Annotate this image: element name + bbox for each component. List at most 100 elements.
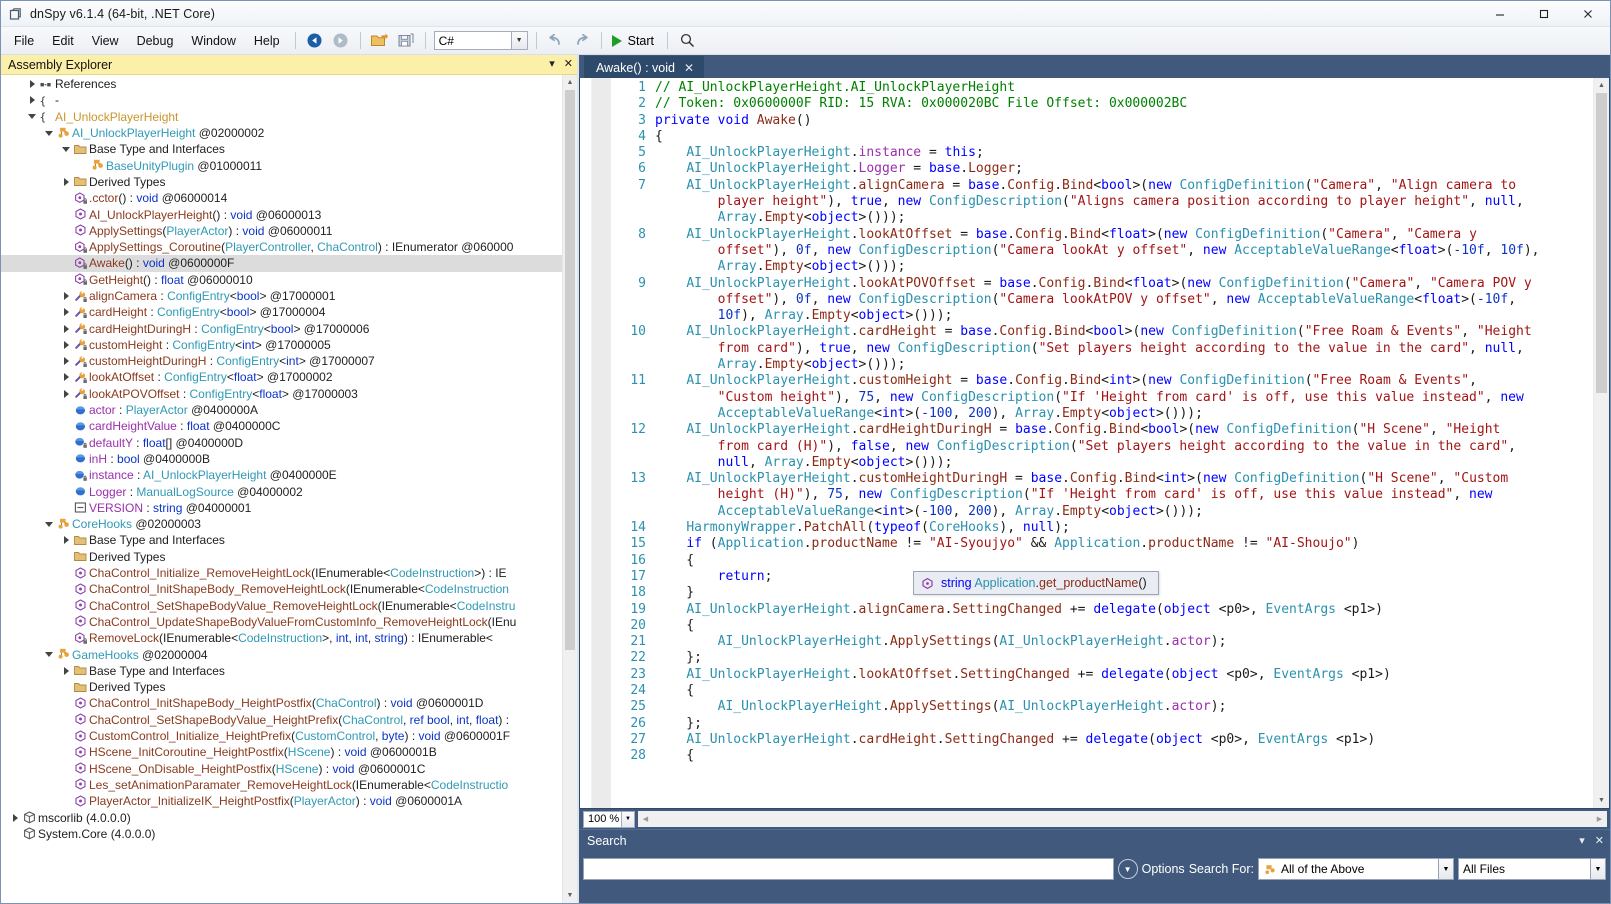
menu-help[interactable]: Help: [245, 30, 289, 52]
code-line-text[interactable]: // AI_UnlockPlayerHeight.AI_UnlockPlayer…: [655, 80, 1593, 96]
tree-node[interactable]: System.Core (4.0.0.0): [1, 826, 562, 842]
chevron-right-icon[interactable]: [60, 666, 72, 675]
code-line-text[interactable]: AI_UnlockPlayerHeight.instance = this;: [655, 145, 1593, 161]
tree-node[interactable]: mscorlib (4.0.0.0): [1, 809, 562, 825]
code-line-text[interactable]: AI_UnlockPlayerHeight.cardHeight = base.…: [655, 324, 1593, 340]
assembly-tree[interactable]: References{ }-{ }AI_UnlockPlayerHeightAI…: [1, 75, 562, 903]
code-line-text[interactable]: };: [655, 716, 1593, 732]
tree-node[interactable]: Awake() : void @0600000F: [1, 255, 562, 272]
minimize-button[interactable]: [1478, 1, 1522, 27]
tree-node[interactable]: VERSION : string @04000001: [1, 500, 562, 516]
code-line-text[interactable]: height (H)"), 75, new ConfigDescription(…: [655, 487, 1593, 503]
scroll-thumb[interactable]: [565, 90, 575, 650]
language-combo[interactable]: C# ▼: [433, 31, 528, 50]
code-line-text[interactable]: AI_UnlockPlayerHeight.customHeight = bas…: [655, 373, 1593, 389]
assembly-tree-scrollbar[interactable]: ▲ ▼: [562, 75, 577, 903]
chevron-right-icon[interactable]: [60, 292, 72, 300]
code-line-text[interactable]: null, Array.Empty<object>()));: [655, 455, 1593, 471]
chevron-right-icon[interactable]: [60, 357, 72, 366]
zoom-level-combo[interactable]: 100 % ▼: [583, 810, 635, 828]
chevron-right-icon[interactable]: [26, 80, 38, 89]
code-line-text[interactable]: private void Awake(): [655, 113, 1593, 129]
chevron-down-icon[interactable]: [43, 521, 55, 527]
tree-node[interactable]: instance : AI_UnlockPlayerHeight @040000…: [1, 467, 562, 483]
tree-node[interactable]: BaseUnityPlugin @01000011: [1, 157, 562, 173]
back-arrow-icon[interactable]: [304, 30, 326, 52]
code-editor[interactable]: 1 // AI_UnlockPlayerHeight.AI_UnlockPlaye…: [579, 78, 1610, 809]
search-panel-close-icon[interactable]: ✕: [1595, 834, 1604, 847]
chevron-right-icon[interactable]: [60, 389, 72, 398]
search-panel-menu-icon[interactable]: ▾: [1579, 834, 1585, 847]
tree-node[interactable]: ChaControl_InitShapeBody_HeightPostfix(C…: [1, 695, 562, 711]
tree-node[interactable]: References: [1, 76, 562, 92]
chevron-right-icon[interactable]: [60, 373, 72, 382]
tree-node[interactable]: Les_setAnimationParamater_RemoveHeightLo…: [1, 777, 562, 793]
forward-arrow-icon[interactable]: [330, 30, 352, 52]
editor-scroll-down-icon[interactable]: ▼: [1594, 793, 1609, 808]
code-line-text[interactable]: {: [655, 683, 1593, 699]
chevron-right-icon[interactable]: [60, 340, 72, 349]
tree-node[interactable]: Derived Types: [1, 174, 562, 190]
tree-node[interactable]: HScene_OnDisable_HeightPostfix(HScene) :…: [1, 760, 562, 776]
code-line-text[interactable]: offset"), 0f, new ConfigDescription("Cam…: [655, 243, 1593, 259]
tree-node[interactable]: lookAtOffset : ConfigEntry<float> @17000…: [1, 369, 562, 385]
code-line-text[interactable]: AI_UnlockPlayerHeight.cardHeightDuringH …: [655, 422, 1593, 438]
tree-node[interactable]: RemoveLock(IEnumerable<CodeInstruction>,…: [1, 630, 562, 646]
tree-node[interactable]: { }AI_UnlockPlayerHeight: [1, 109, 562, 125]
code-line-text[interactable]: AI_UnlockPlayerHeight.alignCamera = base…: [655, 178, 1593, 194]
hscroll-right-icon[interactable]: ▶: [1592, 815, 1607, 823]
open-folder-icon[interactable]: [369, 30, 391, 52]
tree-node[interactable]: actor : PlayerActor @0400000A: [1, 402, 562, 418]
chevron-down-icon[interactable]: [60, 146, 72, 152]
tree-node[interactable]: ChaControl_SetShapeBodyValue_RemoveHeigh…: [1, 598, 562, 614]
options-expander-icon[interactable]: ▼: [1117, 859, 1138, 879]
tree-node[interactable]: Logger : ManualLogSource @04000002: [1, 483, 562, 499]
hscroll-track[interactable]: [653, 811, 1592, 827]
search-icon[interactable]: [676, 30, 698, 52]
tree-node[interactable]: Base Type and Interfaces: [1, 141, 562, 157]
code-line-text[interactable]: HarmonyWrapper.PatchAll(typeof(CoreHooks…: [655, 520, 1593, 536]
tab-awake[interactable]: Awake() : void ✕: [584, 56, 705, 78]
code-line-text[interactable]: AI_UnlockPlayerHeight.cardHeight.Setting…: [655, 732, 1593, 748]
tree-node[interactable]: ChaControl_InitShapeBody_RemoveHeightLoc…: [1, 581, 562, 597]
tree-node[interactable]: Derived Types: [1, 549, 562, 565]
code-line-text[interactable]: if (Application.productName != "AI-Syouj…: [655, 536, 1593, 552]
editor-content[interactable]: 1 // AI_UnlockPlayerHeight.AI_UnlockPlaye…: [611, 78, 1593, 808]
tree-node[interactable]: Derived Types: [1, 679, 562, 695]
chevron-down-icon[interactable]: ▼: [510, 32, 527, 49]
maximize-button[interactable]: [1522, 1, 1566, 27]
chevron-down-icon[interactable]: ▼: [1438, 859, 1453, 879]
panel-menu-icon[interactable]: ▾: [549, 59, 555, 70]
chevron-down-icon[interactable]: [26, 114, 38, 120]
tree-node[interactable]: alignCamera : ConfigEntry<bool> @1700000…: [1, 288, 562, 304]
tree-node[interactable]: CoreHooks @02000003: [1, 516, 562, 532]
code-line-text[interactable]: 10f), Array.Empty<object>()));: [655, 308, 1593, 324]
search-input[interactable]: [583, 858, 1114, 880]
tree-node[interactable]: AI_UnlockPlayerHeight @02000002: [1, 125, 562, 141]
code-line-text[interactable]: AI_UnlockPlayerHeight.ApplySettings(AI_U…: [655, 634, 1593, 650]
tab-close-icon[interactable]: ✕: [684, 61, 694, 75]
tree-node[interactable]: defaultY : float[] @0400000D: [1, 435, 562, 451]
tree-node[interactable]: .cctor() : void @06000014: [1, 190, 562, 206]
panel-close-icon[interactable]: ✕: [564, 59, 573, 70]
tree-node[interactable]: { }-: [1, 92, 562, 108]
code-line-text[interactable]: AI_UnlockPlayerHeight.lookAtOffset.Setti…: [655, 667, 1593, 683]
tree-node[interactable]: customHeight : ConfigEntry<int> @1700000…: [1, 337, 562, 353]
menu-edit[interactable]: Edit: [43, 30, 83, 52]
editor-scroll-up-icon[interactable]: ▲: [1594, 78, 1609, 93]
code-line-text[interactable]: {: [655, 618, 1593, 634]
tree-node[interactable]: cardHeightDuringH : ConfigEntry<bool> @1…: [1, 320, 562, 336]
tree-node[interactable]: PlayerActor_InitializeIK_HeightPostfix(P…: [1, 793, 562, 809]
editor-vertical-scrollbar[interactable]: ▲ ▼: [1593, 78, 1609, 808]
code-line-text[interactable]: Array.Empty<object>()));: [655, 357, 1593, 373]
chevron-right-icon[interactable]: [60, 324, 72, 333]
code-line-text[interactable]: };: [655, 650, 1593, 666]
scroll-down-icon[interactable]: ▼: [563, 888, 577, 903]
tree-node[interactable]: HScene_InitCoroutine_HeightPostfix(HScen…: [1, 744, 562, 760]
tree-node[interactable]: Base Type and Interfaces: [1, 663, 562, 679]
code-line-text[interactable]: player height"), true, new ConfigDescrip…: [655, 194, 1593, 210]
scroll-track[interactable]: [563, 90, 577, 888]
tree-node[interactable]: cardHeightValue : float @0400000C: [1, 418, 562, 434]
code-line-text[interactable]: AI_UnlockPlayerHeight.lookAtOffset = bas…: [655, 227, 1593, 243]
search-files-combo[interactable]: All Files ▼: [1458, 858, 1606, 880]
